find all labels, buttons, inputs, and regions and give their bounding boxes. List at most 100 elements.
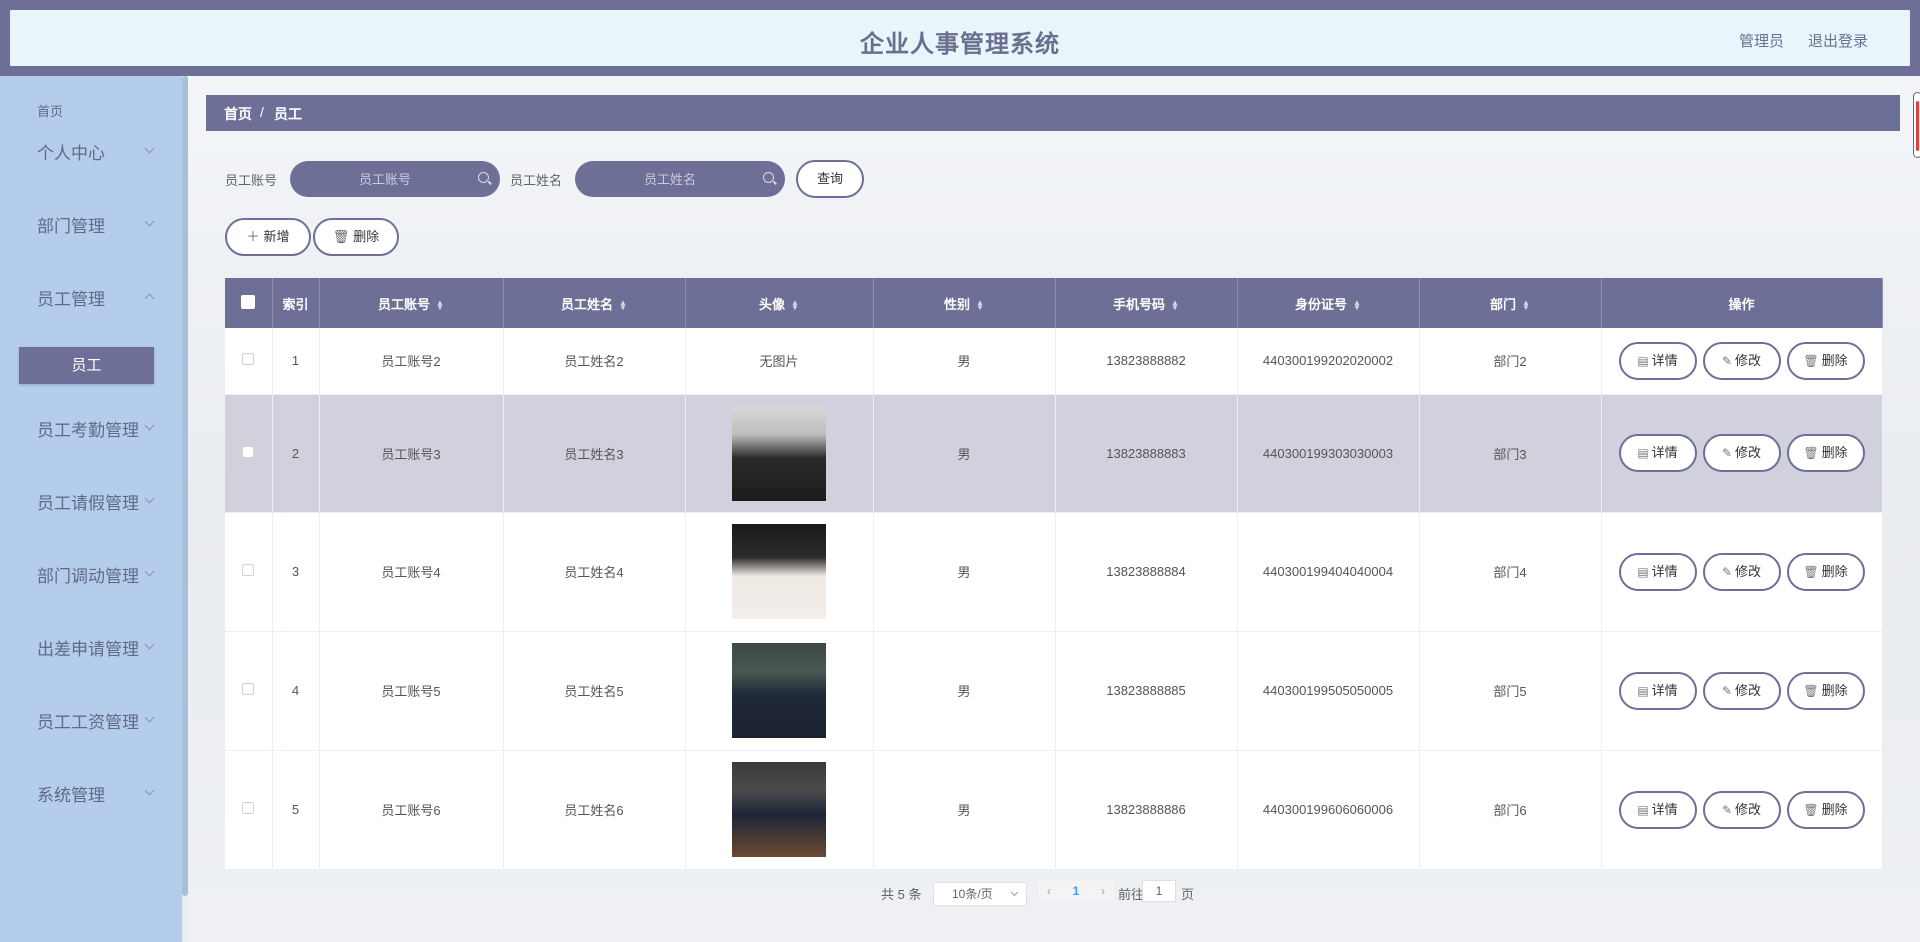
header-id-number[interactable]: 身份证号 ▲ ▼ xyxy=(1237,278,1420,328)
next-page-button[interactable]: › xyxy=(1092,881,1114,901)
header-phone[interactable]: 手机号码 ▲ ▼ xyxy=(1055,278,1238,328)
header-actions: 操作 xyxy=(1601,278,1883,328)
table-header-row: 索引 员工账号 ▲ ▼ 员工姓名 ▲ ▼ 头像 ▲ ▼ 性别 ▲ ▼ 手机号码 ▲ ▼ 身份证号 ▲ ▼… xyxy=(225,278,1883,328)
table-row: 2 员工账号3 员工姓名3 男 13823888883 440300199303… xyxy=(225,394,1883,513)
sort-icon[interactable]: ▲ ▼ xyxy=(1353,299,1361,312)
sidebar-item-employee[interactable]: 员工管理 xyxy=(0,275,182,315)
row-checkbox[interactable] xyxy=(242,353,255,366)
row-select-cell xyxy=(225,328,273,395)
cell-name: 员工姓名4 xyxy=(503,512,686,632)
main-scrollbar[interactable] xyxy=(1913,92,1920,158)
prev-page-button[interactable]: ‹ xyxy=(1038,881,1060,901)
sidebar-subitem-employee[interactable]: 员工 xyxy=(19,347,154,384)
edit-button[interactable]: ✎ 修改 xyxy=(1702,671,1781,710)
header-gender[interactable]: 性别 ▲ ▼ xyxy=(873,278,1056,328)
edit-button[interactable]: ✎ 修改 xyxy=(1702,790,1781,829)
header-avatar[interactable]: 头像 ▲ ▼ xyxy=(685,278,874,328)
edit-button[interactable]: ✎ 修改 xyxy=(1702,341,1781,380)
edit-button[interactable]: ✎ 修改 xyxy=(1702,434,1781,472)
sidebar-item-label: 出差申请管理 xyxy=(37,640,139,659)
cell-department: 部门6 xyxy=(1419,750,1602,870)
pencil-icon: ✎ xyxy=(1721,353,1733,368)
sidebar-item-business-trip[interactable]: 出差申请管理 xyxy=(0,625,182,665)
detail-button[interactable]: ▤ 详情 xyxy=(1618,790,1697,829)
row-select-cell xyxy=(225,512,273,632)
sort-icon[interactable]: ▲ ▼ xyxy=(791,299,799,312)
sidebar-item-salary[interactable]: 员工工资管理 xyxy=(0,698,182,738)
sort-icon[interactable]: ▲ ▼ xyxy=(619,299,627,312)
sidebar-item-system[interactable]: 系统管理 xyxy=(0,771,182,811)
header-label: 头像 xyxy=(759,296,786,312)
delete-button[interactable]: 🗑 删除 xyxy=(1786,552,1865,591)
cell-name: 员工姓名2 xyxy=(503,328,686,395)
chevron-up-icon xyxy=(144,293,155,304)
sort-icon[interactable]: ▲ ▼ xyxy=(1171,299,1179,312)
add-button[interactable]: ＋新增 xyxy=(225,218,311,256)
cell-phone: 13823888882 xyxy=(1055,328,1238,395)
row-checkbox[interactable] xyxy=(242,564,255,576)
detail-label: 详情 xyxy=(1651,682,1678,698)
account-search-input[interactable] xyxy=(290,161,500,197)
row-checkbox[interactable] xyxy=(242,683,255,695)
row-checkbox[interactable] xyxy=(242,445,255,458)
page-size-select[interactable]: 10条/页 xyxy=(933,882,1027,906)
trash-icon: 🗑 xyxy=(1803,564,1819,579)
logout-link[interactable]: 退出登录 xyxy=(1808,30,1868,51)
cell-account: 员工账号2 xyxy=(319,328,504,395)
detail-button[interactable]: ▤ 详情 xyxy=(1618,434,1697,472)
select-all-cell xyxy=(225,278,273,328)
document-icon: ▤ xyxy=(1637,353,1649,368)
edit-button[interactable]: ✎ 修改 xyxy=(1702,552,1781,591)
cell-id-number: 440300199303030003 xyxy=(1237,394,1420,513)
breadcrumb-home[interactable]: 首页 xyxy=(224,104,252,124)
detail-button[interactable]: ▤ 详情 xyxy=(1618,671,1697,710)
cell-gender: 男 xyxy=(873,328,1056,395)
sidebar-item-department[interactable]: 部门管理 xyxy=(0,202,182,242)
cell-actions: ▤ 详情 ✎ 修改 🗑 删除 xyxy=(1601,394,1883,513)
header-panel: 企业人事管理系统 管理员 退出登录 xyxy=(10,10,1910,66)
detail-label: 详情 xyxy=(1651,445,1678,460)
delete-button[interactable]: 🗑 删除 xyxy=(1786,434,1865,472)
cell-account: 员工账号6 xyxy=(319,750,504,870)
header-name[interactable]: 员工姓名 ▲ ▼ xyxy=(503,278,686,328)
delete-button[interactable]: 🗑 删除 xyxy=(1786,341,1865,380)
select-all-checkbox[interactable] xyxy=(241,294,256,309)
row-checkbox[interactable] xyxy=(242,802,255,814)
delete-button[interactable]: 🗑 删除 xyxy=(1786,790,1865,829)
sort-icon[interactable]: ▲ ▼ xyxy=(436,299,444,312)
edit-label: 修改 xyxy=(1735,445,1762,460)
query-button[interactable]: 查询 xyxy=(796,160,864,198)
sidebar-item-personal-center[interactable]: 个人中心 xyxy=(0,129,182,169)
sidebar-home[interactable]: 首页 xyxy=(37,101,63,120)
sidebar-item-leave[interactable]: 员工请假管理 xyxy=(0,479,182,519)
header-account[interactable]: 员工账号 ▲ ▼ xyxy=(319,278,504,328)
name-search-input[interactable] xyxy=(575,161,785,197)
sidebar-item-transfer[interactable]: 部门调动管理 xyxy=(0,552,182,592)
cell-phone: 13823888883 xyxy=(1055,394,1238,513)
cell-avatar: 无图片 xyxy=(685,328,874,395)
sidebar-item-attendance[interactable]: 员工考勤管理 xyxy=(0,406,182,446)
name-search-label: 员工姓名 xyxy=(510,173,563,188)
goto-label: 前往 xyxy=(1118,887,1145,902)
batch-delete-button[interactable]: 🗑 删除 xyxy=(313,218,399,256)
avatar xyxy=(732,643,826,738)
cell-account: 员工账号5 xyxy=(319,631,504,751)
sort-icon[interactable]: ▲ ▼ xyxy=(976,299,984,312)
page-suffix-label: 页 xyxy=(1181,887,1195,902)
detail-button[interactable]: ▤ 详情 xyxy=(1618,552,1697,591)
detail-button[interactable]: ▤ 详情 xyxy=(1618,341,1697,380)
employee-table: 索引 员工账号 ▲ ▼ 员工姓名 ▲ ▼ 头像 ▲ ▼ 性别 ▲ ▼ 手机号码 ▲ ▼ 身份证号 ▲ ▼… xyxy=(225,278,1883,870)
delete-button[interactable]: 🗑 删除 xyxy=(1786,671,1865,710)
sort-icon[interactable]: ▲ ▼ xyxy=(1522,299,1530,312)
page-size-value: 10条/页 xyxy=(952,887,993,901)
page-number-current[interactable]: 1 xyxy=(1060,881,1092,901)
trash-icon: 🗑 xyxy=(1803,353,1819,368)
cell-name: 员工姓名3 xyxy=(503,394,686,513)
header-department[interactable]: 部门 ▲ ▼ xyxy=(1419,278,1602,328)
sidebar-item-label: 部门调动管理 xyxy=(37,567,139,586)
goto-page-input[interactable] xyxy=(1142,880,1176,902)
add-button-label: 新增 xyxy=(263,229,290,244)
detail-label: 详情 xyxy=(1651,801,1678,817)
header-label: 员工姓名 xyxy=(561,296,614,312)
sidebar-item-label: 个人中心 xyxy=(37,144,105,163)
